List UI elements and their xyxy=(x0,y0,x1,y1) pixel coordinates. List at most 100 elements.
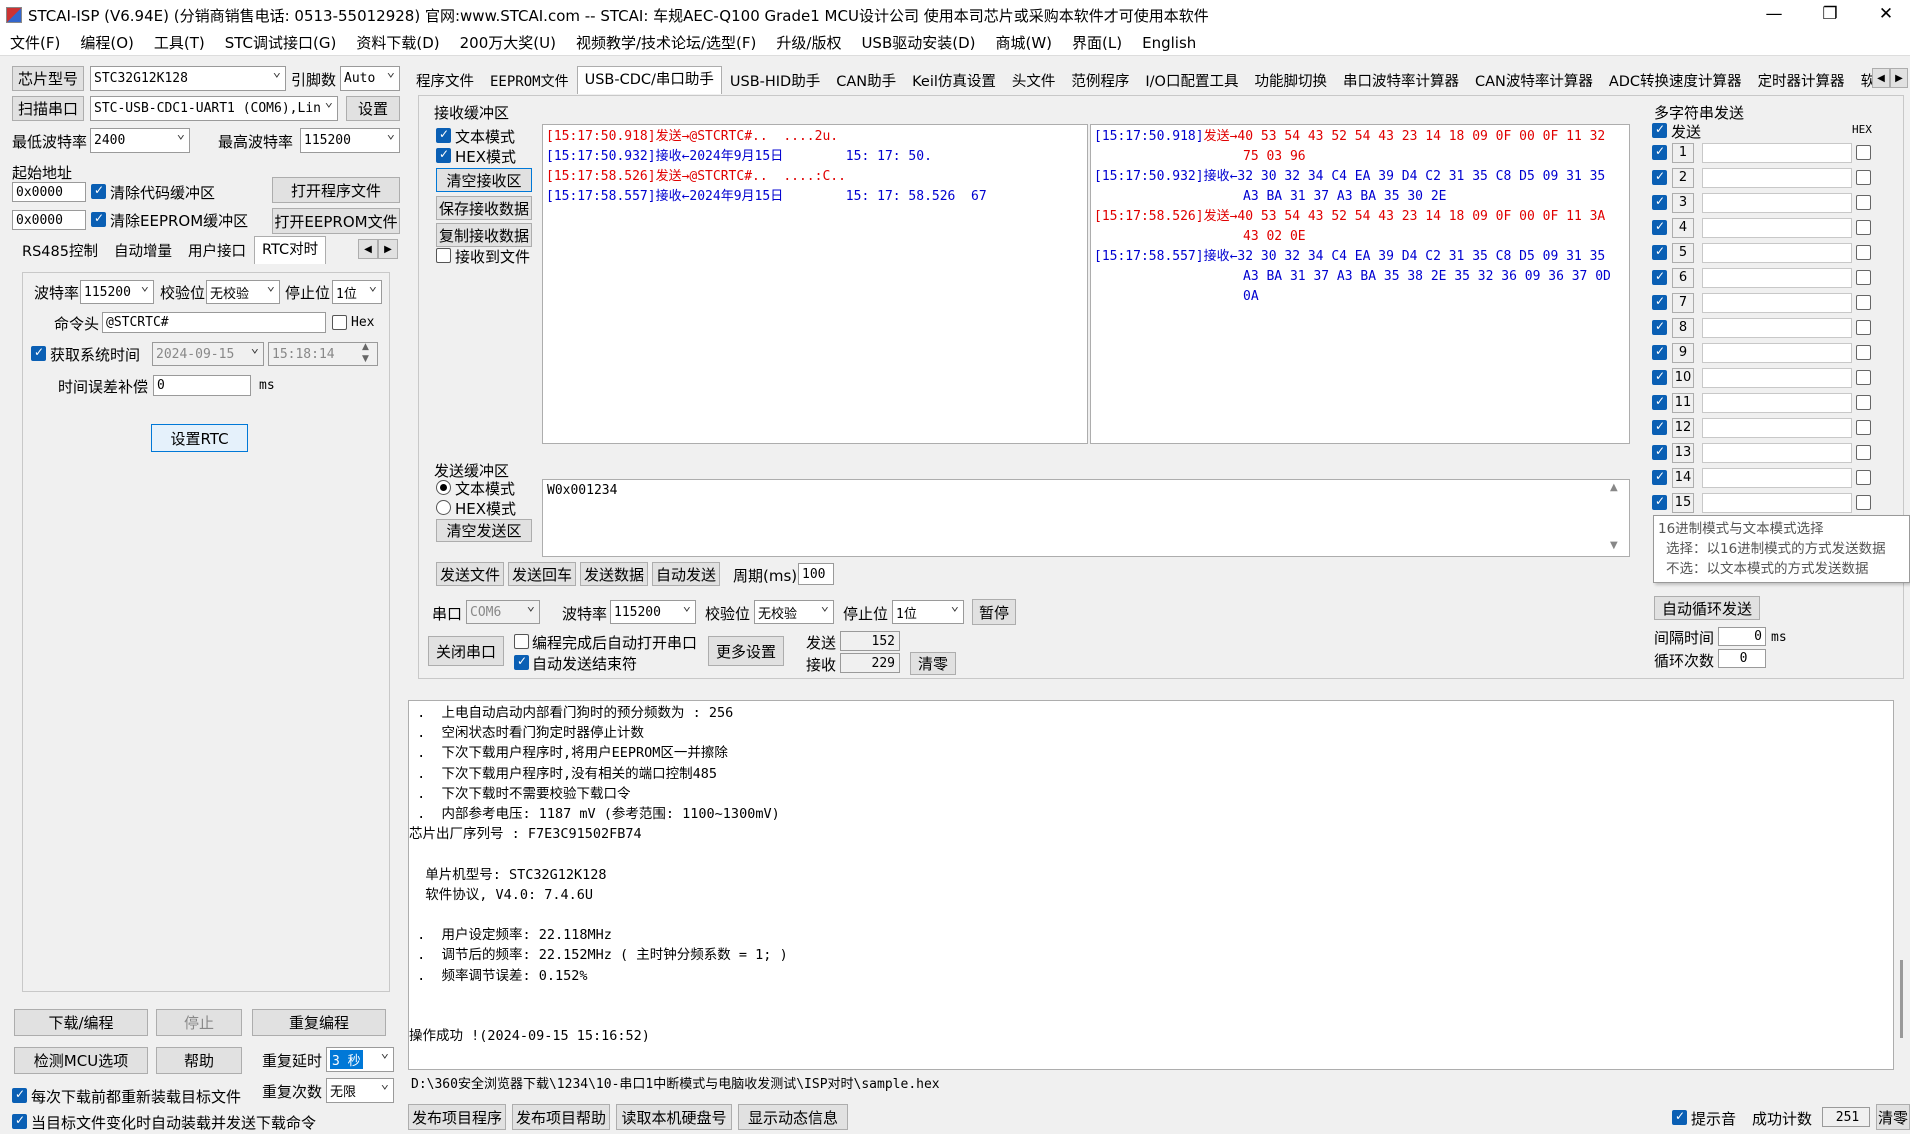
multi-row-send-button[interactable]: 5 xyxy=(1672,243,1694,263)
close-port-button[interactable]: 关闭串口 xyxy=(428,636,504,666)
tab-uart-baud-calc[interactable]: 串口波特率计算器 xyxy=(1335,68,1467,94)
save-rx-button[interactable]: 保存接收数据 xyxy=(436,196,532,220)
repeat-count-select[interactable]: 无限 xyxy=(326,1078,394,1103)
chip-model-button[interactable]: 芯片型号 xyxy=(12,66,84,91)
multi-row-send-button[interactable]: 15 xyxy=(1672,493,1694,513)
tab-examples[interactable]: 范例程序 xyxy=(1063,68,1137,94)
multi-row-hex-checkbox[interactable] xyxy=(1856,445,1871,460)
multi-row-send-checkbox[interactable] xyxy=(1652,269,1667,285)
multi-row-text-input[interactable] xyxy=(1702,493,1852,513)
multi-row-text-input[interactable] xyxy=(1702,343,1852,363)
multi-row-send-checkbox[interactable] xyxy=(1652,469,1667,485)
menu-file[interactable]: 文件(F) xyxy=(0,32,70,53)
rx-hex-mode-checkbox[interactable] xyxy=(436,147,451,163)
multi-row-send-button[interactable]: 12 xyxy=(1672,418,1694,438)
minimize-button[interactable]: — xyxy=(1746,0,1802,30)
time-compensation-input[interactable]: 0 xyxy=(153,375,251,396)
publish-program-button[interactable]: 发布项目程序 xyxy=(408,1104,506,1130)
tx-scroll-up-icon[interactable]: ▲ xyxy=(1610,482,1618,493)
clear-count-button[interactable]: 清零 xyxy=(910,652,956,675)
maximize-button[interactable]: ❐ xyxy=(1802,0,1858,30)
multi-send-all-checkbox[interactable] xyxy=(1652,122,1667,138)
tab-adc-calc[interactable]: ADC转换速度计算器 xyxy=(1601,68,1750,94)
auto-open-port-checkbox[interactable] xyxy=(514,634,529,649)
menu-download[interactable]: 资料下载(D) xyxy=(346,32,449,53)
multi-row-hex-checkbox[interactable] xyxy=(1856,395,1871,410)
rx-text-pane[interactable]: [15:17:50.918]发送→@STCRTC#.. ....2u. [15:… xyxy=(542,124,1088,444)
stop-button[interactable]: 停止 xyxy=(156,1009,242,1036)
log-scrollbar[interactable] xyxy=(1894,700,1910,1070)
tx-input-area[interactable]: W0x001234 xyxy=(542,479,1630,557)
multi-row-text-input[interactable] xyxy=(1702,168,1852,188)
multi-row-text-input[interactable] xyxy=(1702,193,1852,213)
multi-row-send-button[interactable]: 10 xyxy=(1672,368,1694,388)
multi-row-send-checkbox[interactable] xyxy=(1652,344,1667,360)
detect-mcu-options-button[interactable]: 检测MCU选项 xyxy=(14,1047,148,1074)
multi-row-hex-checkbox[interactable] xyxy=(1856,195,1871,210)
rx-hex-pane[interactable]: [15:17:50.918]发送→40 53 54 43 52 54 43 23… xyxy=(1090,124,1630,444)
port-settings-button[interactable]: 设置 xyxy=(346,96,400,121)
tab-can[interactable]: CAN助手 xyxy=(828,68,904,94)
multi-row-send-checkbox[interactable] xyxy=(1652,219,1667,235)
port-parity-select[interactable]: 无校验 xyxy=(754,600,834,624)
menu-tools[interactable]: 工具(T) xyxy=(144,32,215,53)
multi-row-hex-checkbox[interactable] xyxy=(1856,170,1871,185)
auto-end-char-checkbox[interactable] xyxy=(514,654,529,670)
publish-help-button[interactable]: 发布项目帮助 xyxy=(512,1104,610,1130)
multi-row-send-checkbox[interactable] xyxy=(1652,419,1667,435)
multi-row-text-input[interactable] xyxy=(1702,293,1852,313)
multi-row-text-input[interactable] xyxy=(1702,368,1852,388)
menu-ui[interactable]: 界面(L) xyxy=(1062,32,1132,53)
menu-program[interactable]: 编程(O) xyxy=(70,32,144,53)
menu-award[interactable]: 200万大奖(U) xyxy=(450,32,566,53)
get-system-time-checkbox[interactable] xyxy=(31,345,46,361)
multi-row-hex-checkbox[interactable] xyxy=(1856,295,1871,310)
port-baud-select[interactable]: 115200 xyxy=(610,600,696,624)
min-baud-select[interactable]: 2400 xyxy=(90,128,190,153)
tab-scroll-left-icon[interactable]: ◀ xyxy=(358,239,378,259)
multi-row-hex-checkbox[interactable] xyxy=(1856,245,1871,260)
scan-port-button[interactable]: 扫描串口 xyxy=(12,96,84,121)
auto-send-button[interactable]: 自动发送 xyxy=(652,562,720,586)
tab-pin-switch[interactable]: 功能脚切换 xyxy=(1246,68,1335,94)
multi-row-text-input[interactable] xyxy=(1702,443,1852,463)
tab-usb-hid[interactable]: USB-HID助手 xyxy=(722,68,828,94)
reload-before-download-checkbox[interactable] xyxy=(12,1087,27,1103)
multi-row-hex-checkbox[interactable] xyxy=(1856,495,1871,510)
multi-row-text-input[interactable] xyxy=(1702,268,1852,288)
menu-debug[interactable]: STC调试接口(G) xyxy=(215,32,347,53)
show-dynamic-info-button[interactable]: 显示动态信息 xyxy=(738,1104,848,1130)
multi-row-send-button[interactable]: 11 xyxy=(1672,393,1694,413)
multi-row-hex-checkbox[interactable] xyxy=(1856,320,1871,335)
multi-row-hex-checkbox[interactable] xyxy=(1856,345,1871,360)
clear-tx-button[interactable]: 清空发送区 xyxy=(436,519,532,542)
pause-button[interactable]: 暂停 xyxy=(972,599,1016,625)
tab-keil[interactable]: Keil仿真设置 xyxy=(904,68,1004,94)
tab-eeprom-file[interactable]: EEPROM文件 xyxy=(482,68,577,94)
tx-scroll-down-icon[interactable]: ▼ xyxy=(1610,540,1618,551)
copy-rx-button[interactable]: 复制接收数据 xyxy=(436,223,532,247)
auto-load-send-checkbox[interactable] xyxy=(12,1113,27,1129)
multi-row-send-button[interactable]: 9 xyxy=(1672,343,1694,363)
multi-row-text-input[interactable] xyxy=(1702,393,1852,413)
multi-row-text-input[interactable] xyxy=(1702,143,1852,163)
beep-checkbox[interactable] xyxy=(1672,1109,1687,1125)
multi-row-hex-checkbox[interactable] xyxy=(1856,470,1871,485)
open-eeprom-file-button[interactable]: 打开EEPROM文件 xyxy=(272,208,400,234)
multi-row-send-checkbox[interactable] xyxy=(1652,369,1667,385)
multi-row-send-button[interactable]: 8 xyxy=(1672,318,1694,338)
main-tab-scroll-right-icon[interactable]: ▶ xyxy=(1890,68,1908,88)
rx-to-file-checkbox[interactable] xyxy=(436,248,451,263)
eeprom-start-address-input[interactable]: 0x0000 xyxy=(12,210,86,230)
multi-row-text-input[interactable] xyxy=(1702,243,1852,263)
menu-usb-driver[interactable]: USB驱动安装(D) xyxy=(851,32,985,53)
multi-row-send-button[interactable]: 1 xyxy=(1672,143,1694,163)
clear-eeprom-checkbox[interactable] xyxy=(91,211,106,227)
log-output[interactable]: . 上电自动启动内部看门狗时的预分频数为 : 256 . 空闲状态时看门狗定时器… xyxy=(408,700,1894,1070)
clear-rx-button[interactable]: 清空接收区 xyxy=(436,168,532,192)
multi-row-text-input[interactable] xyxy=(1702,418,1852,438)
tab-auto-increment[interactable]: 自动增量 xyxy=(106,238,180,264)
port-select[interactable]: STC-USB-CDC1-UART1 (COM6),Lin xyxy=(90,96,338,121)
multi-row-hex-checkbox[interactable] xyxy=(1856,145,1871,160)
multi-row-send-button[interactable]: 3 xyxy=(1672,193,1694,213)
